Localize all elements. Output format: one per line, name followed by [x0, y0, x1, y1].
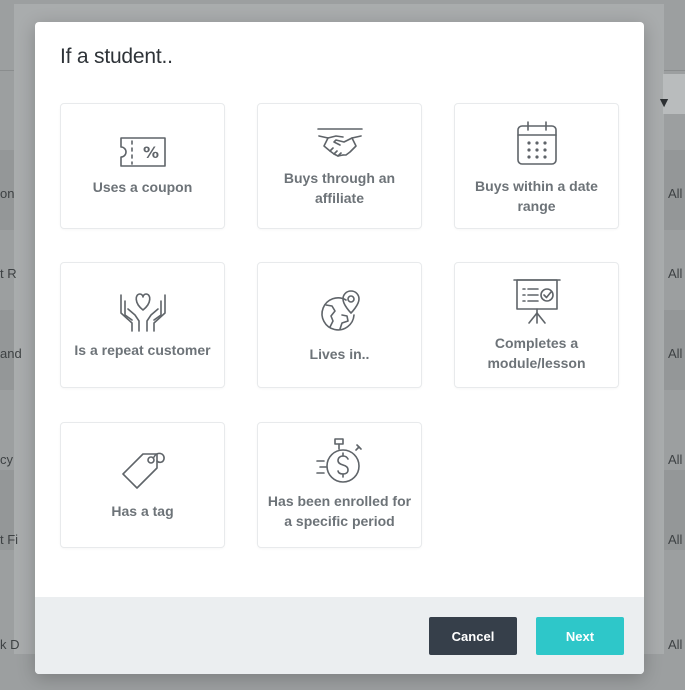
- option-label: Has been enrolled for a specific period: [267, 493, 412, 529]
- handshake-icon: [316, 126, 364, 160]
- bg-row-fragment: k D: [0, 637, 20, 652]
- option-label: Completes a module/lesson: [487, 335, 586, 371]
- option-uses-coupon[interactable]: % Uses a coupon: [60, 103, 225, 229]
- bg-right-fragment: All: [668, 637, 683, 652]
- modal-title: If a student..: [60, 45, 173, 68]
- bg-row-fragment: cy: [0, 452, 13, 467]
- option-has-tag[interactable]: Has a tag: [60, 422, 225, 548]
- option-enrolled-specific-period[interactable]: Has been enrolled for a specific period: [257, 422, 422, 548]
- bg-right-fragment: All: [668, 266, 683, 281]
- next-button[interactable]: Next: [536, 617, 624, 655]
- tag-icon: [119, 448, 167, 492]
- option-completes-module[interactable]: Completes a module/lesson: [454, 262, 619, 388]
- presentation-board-icon: [512, 277, 562, 325]
- condition-modal: If a student.. % Uses a coupon Buys thro…: [35, 22, 644, 674]
- bg-filter-icon: ▼: [657, 94, 671, 110]
- globe-location-icon: [318, 289, 362, 335]
- option-label: Buys through an affiliate: [283, 170, 396, 206]
- option-buys-through-affiliate[interactable]: Buys through an affiliate: [257, 103, 422, 229]
- option-buys-within-date-range[interactable]: Buys within a date range: [454, 103, 619, 229]
- option-label: Has a tag: [111, 503, 174, 519]
- option-label: Lives in..: [309, 346, 370, 362]
- option-repeat-customer[interactable]: Is a repeat customer: [60, 262, 225, 388]
- bg-row-fragment: t R: [0, 266, 17, 281]
- option-label: Is a repeat customer: [74, 342, 211, 358]
- svg-text:%: %: [142, 143, 158, 162]
- cancel-button[interactable]: Cancel: [429, 617, 517, 655]
- bg-row-fragment: t Fi: [0, 532, 19, 547]
- calendar-icon: [516, 120, 558, 166]
- option-label: Buys within a date range: [475, 178, 598, 214]
- modal-footer: Cancel Next: [35, 597, 644, 674]
- bg-right-fragment: All: [668, 186, 683, 201]
- heart-hands-icon: [118, 289, 168, 333]
- option-lives-in[interactable]: Lives in..: [257, 262, 422, 388]
- bg-row-fragment: and: [0, 346, 22, 361]
- bg-row-fragment: on: [0, 186, 15, 201]
- bg-right-fragment: All: [668, 346, 683, 361]
- bg-right-fragment: All: [668, 532, 683, 547]
- stopwatch-dollar-icon: [315, 437, 365, 485]
- bg-right-fragment: All: [668, 452, 683, 467]
- option-label: Uses a coupon: [92, 179, 193, 195]
- coupon-icon: %: [119, 136, 167, 168]
